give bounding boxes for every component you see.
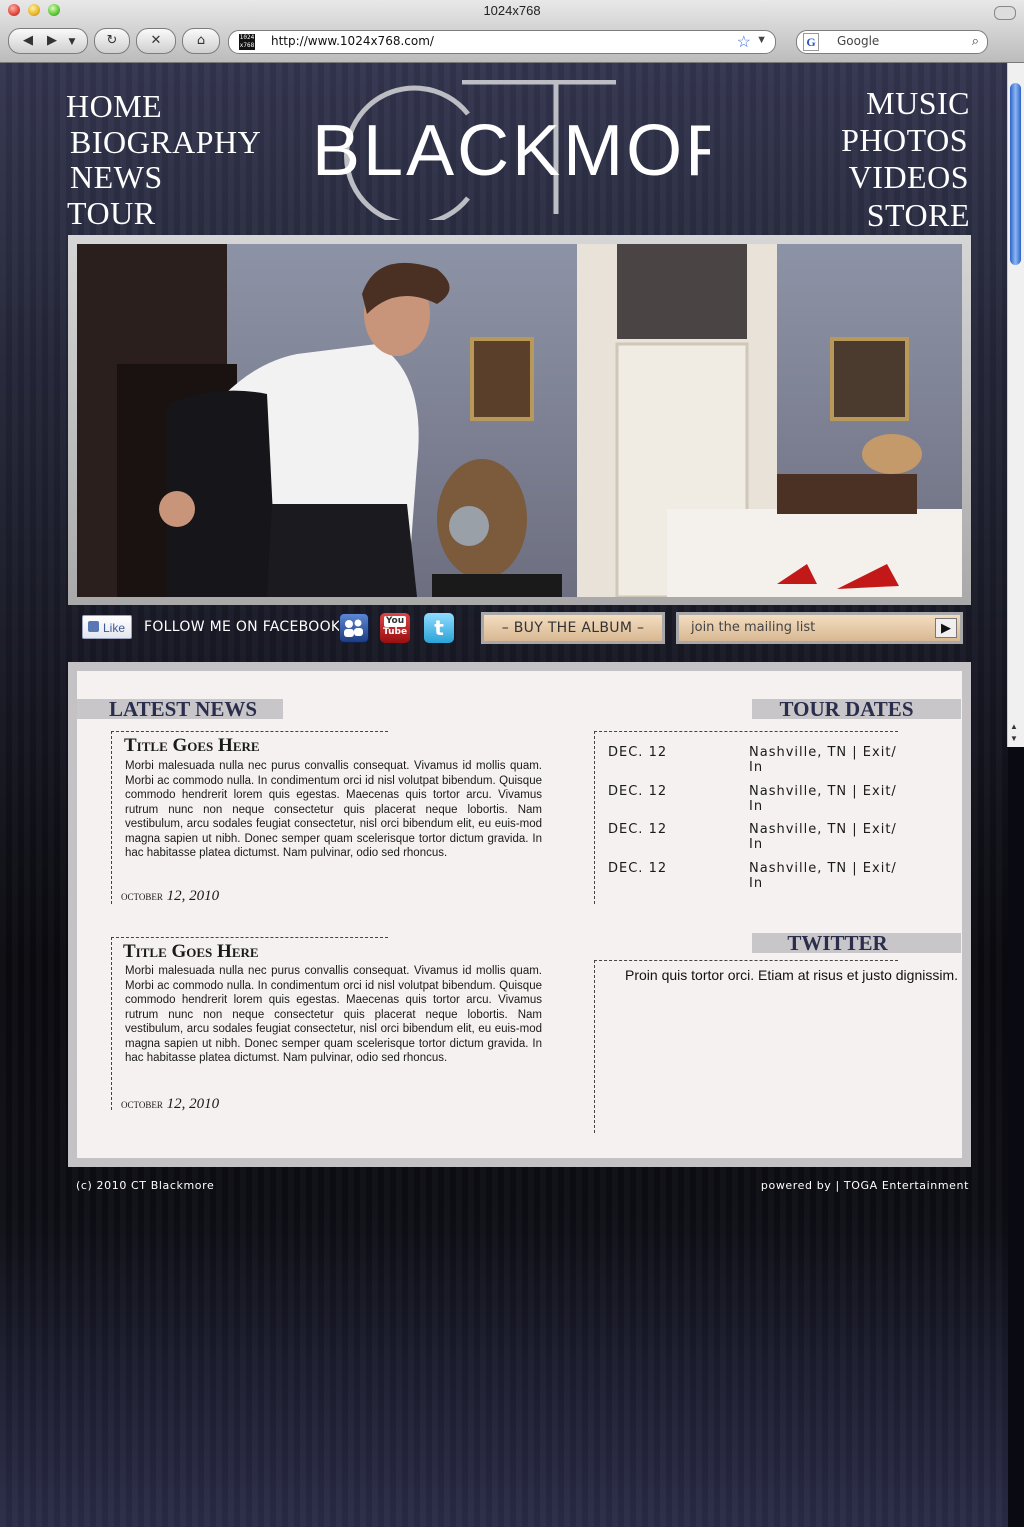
logo-name: BLACKMORE: [312, 111, 710, 191]
hero-frame: [68, 235, 971, 605]
news-post-title[interactable]: Title Goes Here: [124, 735, 260, 757]
tour-date: DEC. 12: [608, 745, 668, 760]
youtube-icon[interactable]: You Tube: [380, 613, 410, 643]
home-button[interactable]: ⌂: [182, 28, 220, 54]
hero-photo: [77, 244, 962, 597]
scrollbar-thumb[interactable]: [1010, 83, 1021, 265]
url-dropdown-icon[interactable]: ▼: [756, 34, 767, 46]
tour-venue: Nashville, TN | Exit/ In: [749, 745, 897, 775]
news-post-title[interactable]: Title Goes Here: [123, 941, 259, 963]
window-title: 1024x768: [483, 3, 541, 18]
twitter-frame: [594, 960, 898, 1133]
submit-arrow-icon[interactable]: ▶: [935, 618, 957, 638]
scroll-arrows-icon[interactable]: ▲ ▼: [1010, 721, 1018, 745]
stop-button[interactable]: ✕: [136, 28, 176, 54]
nav-biography[interactable]: BIOGRAPHY: [70, 124, 261, 161]
latest-news-heading: LATEST NEWS: [77, 699, 283, 720]
search-field[interactable]: G Google ⌕: [796, 30, 988, 54]
reload-button[interactable]: ↻: [94, 28, 130, 54]
tour-venue: Nashville, TN | Exit/ In: [749, 784, 897, 814]
back-arrow-icon[interactable]: ◀: [16, 29, 40, 53]
powered-by-link[interactable]: powered by | TOGA Entertainment: [761, 1179, 969, 1192]
nav-photos[interactable]: PHOTOS: [841, 122, 968, 159]
toolbar-toggle-button[interactable]: [994, 6, 1016, 20]
forward-arrow-icon[interactable]: ▶: [40, 29, 64, 53]
news-post-date-day: 12, 2010: [166, 1096, 220, 1112]
google-engine-icon[interactable]: G: [803, 33, 819, 51]
mailing-list-field[interactable]: join the mailing list ▶: [676, 612, 963, 644]
news-post-date: october 12, 2010: [121, 1096, 219, 1113]
twitter-heading: TWITTER: [752, 933, 961, 954]
tour-date: DEC. 12: [608, 822, 668, 837]
news-post-date-day: 12, 2010: [166, 888, 220, 904]
youtube-label-bottom: Tube: [382, 627, 408, 637]
copyright-text: (c) 2010 CT Blackmore: [76, 1179, 215, 1192]
site-logo[interactable]: BLACKMORE CT: [310, 80, 710, 220]
nav-tour[interactable]: TOUR: [67, 195, 156, 232]
news-post-date-month: october: [121, 888, 163, 903]
youtube-label-top: You: [384, 616, 406, 627]
search-icon[interactable]: ⌕: [972, 33, 979, 49]
browser-toolbar: 1024x768 ◀ ▶ ▼ ↻ ✕ ⌂ 1024 x768 http://www.…: [0, 0, 1024, 63]
tour-venue: Nashville, TN | Exit/ In: [749, 822, 897, 852]
url-text[interactable]: http://www.1024x768.com/: [271, 34, 434, 48]
history-dropdown-icon[interactable]: ▼: [64, 30, 80, 54]
nav-music[interactable]: MUSIC: [866, 85, 970, 122]
nav-videos[interactable]: VIDEOS: [849, 159, 969, 196]
nav-news[interactable]: NEWS: [70, 159, 163, 196]
like-label: Like: [103, 621, 126, 635]
mailing-list-input[interactable]: join the mailing list: [691, 620, 815, 635]
tweet-text: Proin quis tortor orci. Etiam at risus e…: [625, 967, 959, 983]
tour-dates-heading: TOUR DATES: [752, 699, 961, 720]
facebook-follow-link[interactable]: FOLLOW ME ON FACEBOOK: [144, 619, 340, 635]
logo-initials: CT: [506, 99, 509, 101]
bookmark-star-icon[interactable]: ☆: [737, 32, 751, 52]
twitter-icon[interactable]: t: [424, 613, 454, 643]
myspace-icon[interactable]: [339, 613, 369, 643]
facebook-like-button[interactable]: Like: [82, 615, 132, 639]
vertical-scrollbar[interactable]: ▲ ▼: [1007, 63, 1024, 747]
back-forward-buttons[interactable]: ◀ ▶ ▼: [8, 28, 88, 54]
thumbs-up-icon: [88, 621, 99, 632]
stop-icon: ✕: [150, 33, 162, 48]
nav-store[interactable]: STORE: [867, 197, 970, 234]
address-bar[interactable]: 1024 x768 http://www.1024x768.com/ ☆ ▼: [228, 30, 776, 54]
news-post-date: october 12, 2010: [121, 888, 219, 905]
tour-date: DEC. 12: [608, 861, 668, 876]
tour-venue: Nashville, TN | Exit/ In: [749, 861, 897, 891]
home-icon: ⌂: [196, 33, 206, 48]
buy-album-button[interactable]: – BUY THE ALBUM –: [481, 612, 665, 644]
search-placeholder[interactable]: Google: [837, 34, 879, 48]
news-post-body: Morbi malesuada nulla nec purus convalli…: [125, 965, 542, 1064]
tour-date: DEC. 12: [608, 784, 668, 799]
site-favicon-icon: 1024 x768: [239, 34, 255, 50]
news-post-date-month: october: [121, 1096, 163, 1111]
news-post-body: Morbi malesuada nulla nec purus convalli…: [125, 760, 542, 859]
nav-home[interactable]: HOME: [66, 88, 162, 125]
reload-icon: ↻: [106, 33, 118, 48]
